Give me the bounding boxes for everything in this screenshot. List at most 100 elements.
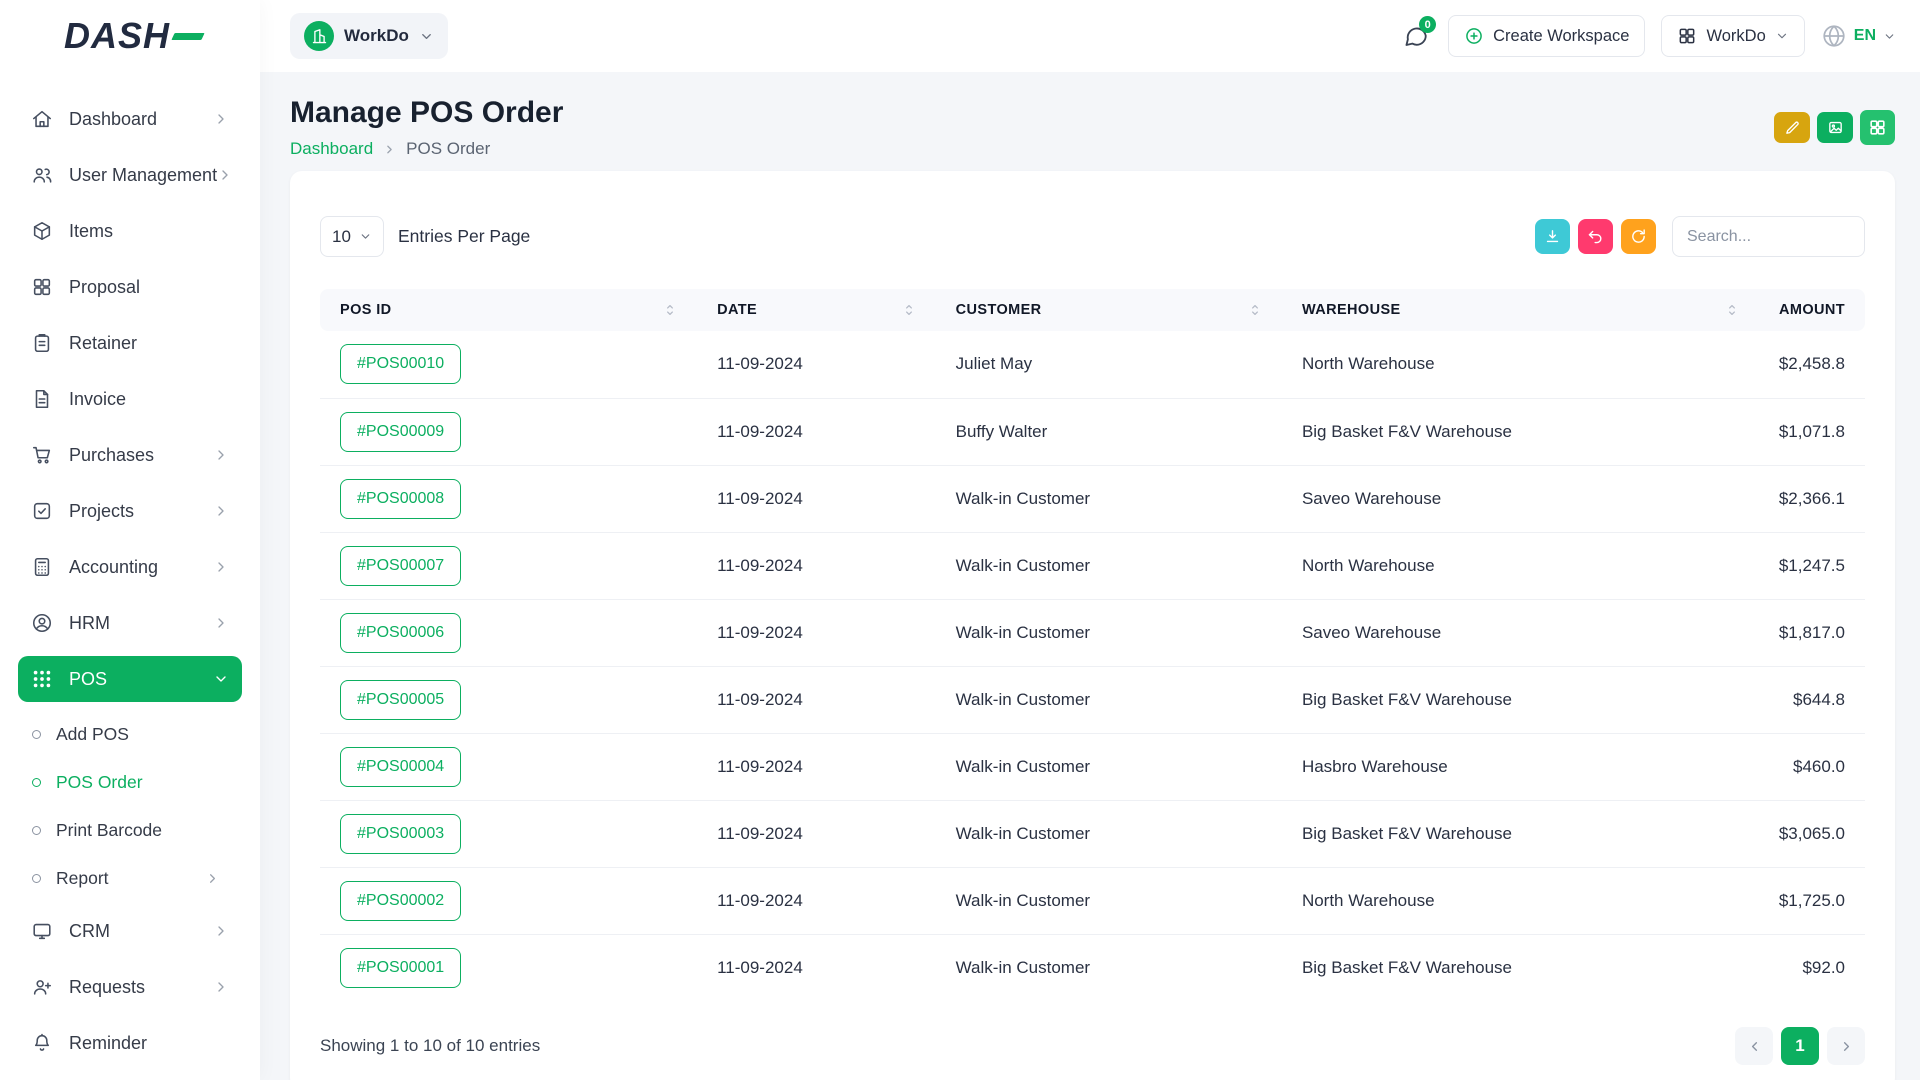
cell-warehouse: North Warehouse xyxy=(1282,867,1759,934)
sidebar-item-invoice[interactable]: Invoice xyxy=(18,376,242,422)
submenu-item-report[interactable]: Report xyxy=(32,858,242,898)
sidebar-item-accounting[interactable]: Accounting xyxy=(18,544,242,590)
sidebar-item-label: Accounting xyxy=(69,557,213,578)
chevron-down-icon xyxy=(1775,29,1789,43)
edit-button[interactable] xyxy=(1774,112,1810,143)
pos-id-badge[interactable]: #POS00006 xyxy=(340,613,461,653)
cell-date: 11-09-2024 xyxy=(697,331,936,398)
sidebar-menu: Dashboard User Management Items Proposal… xyxy=(0,72,260,1066)
cell-customer: Walk-in Customer xyxy=(936,733,1282,800)
sidebar-item-label: User Management xyxy=(69,165,217,186)
sidebar-item-pos[interactable]: POS xyxy=(18,656,242,702)
sidebar-item-label: Projects xyxy=(69,501,213,522)
refresh-button[interactable] xyxy=(1621,219,1656,254)
chevron-right-icon xyxy=(217,167,233,183)
column-header-pos-id[interactable]: POS ID xyxy=(320,289,697,331)
sidebar-item-label: Reminder xyxy=(69,1033,229,1054)
sidebar-item-retainer[interactable]: Retainer xyxy=(18,320,242,366)
breadcrumb-dashboard-link[interactable]: Dashboard xyxy=(290,139,373,159)
pos-id-badge[interactable]: #POS00003 xyxy=(340,814,461,854)
calculator-icon xyxy=(31,556,53,578)
cell-warehouse: Big Basket F&V Warehouse xyxy=(1282,934,1759,1001)
grid-view-button[interactable] xyxy=(1860,110,1895,145)
cell-warehouse: North Warehouse xyxy=(1282,331,1759,398)
user-plus-icon xyxy=(31,976,53,998)
sort-icon xyxy=(902,303,916,317)
chevron-down-icon xyxy=(359,230,372,243)
sidebar-item-label: Purchases xyxy=(69,445,213,466)
logo-text: DASH xyxy=(64,15,170,57)
refresh-icon xyxy=(1630,228,1647,245)
plus-circle-icon xyxy=(1464,26,1484,46)
layout-grid-icon xyxy=(31,276,53,298)
pos-id-badge[interactable]: #POS00009 xyxy=(340,412,461,452)
entries-per-page-select[interactable]: 10 xyxy=(320,216,384,257)
cell-amount: $644.8 xyxy=(1759,666,1865,733)
sort-icon xyxy=(1725,303,1739,317)
pagination-prev-button[interactable] xyxy=(1735,1027,1773,1065)
chevron-right-icon xyxy=(213,447,229,463)
cell-date: 11-09-2024 xyxy=(697,800,936,867)
page-header: Manage POS Order Dashboard POS Order xyxy=(290,96,1895,159)
app-logo[interactable]: DASH xyxy=(0,0,260,72)
pos-id-badge[interactable]: #POS00002 xyxy=(340,881,461,921)
pos-id-badge[interactable]: #POS00004 xyxy=(340,747,461,787)
pos-id-badge[interactable]: #POS00008 xyxy=(340,479,461,519)
submenu-item-print-barcode[interactable]: Print Barcode xyxy=(32,810,242,850)
sidebar-item-purchases[interactable]: Purchases xyxy=(18,432,242,478)
bullet-icon xyxy=(32,874,41,883)
search-input[interactable] xyxy=(1672,216,1865,257)
grid-icon xyxy=(1868,118,1887,137)
sidebar-item-items[interactable]: Items xyxy=(18,208,242,254)
sidebar-item-proposal[interactable]: Proposal xyxy=(18,264,242,310)
pos-submenu: Add POS POS Order Print Barcode Report xyxy=(18,712,242,908)
cell-date: 11-09-2024 xyxy=(697,666,936,733)
pagination-page-1[interactable]: 1 xyxy=(1781,1027,1819,1065)
table-row: #POS00002 11-09-2024 Walk-in Customer No… xyxy=(320,867,1865,934)
workspace-name: WorkDo xyxy=(344,26,409,46)
column-header-customer[interactable]: CUSTOMER xyxy=(936,289,1282,331)
column-header-amount[interactable]: AMOUNT xyxy=(1759,289,1865,331)
column-header-warehouse[interactable]: WAREHOUSE xyxy=(1282,289,1759,331)
pos-id-badge[interactable]: #POS00001 xyxy=(340,948,461,988)
submenu-item-pos-order[interactable]: POS Order xyxy=(32,762,242,802)
pos-id-badge[interactable]: #POS00005 xyxy=(340,680,461,720)
language-selector[interactable]: EN xyxy=(1821,23,1896,49)
chevron-right-icon xyxy=(213,923,229,939)
table-row: #POS00004 11-09-2024 Walk-in Customer Ha… xyxy=(320,733,1865,800)
chevron-right-icon xyxy=(213,615,229,631)
create-workspace-button[interactable]: Create Workspace xyxy=(1448,15,1645,57)
workspace-selector[interactable]: WorkDo xyxy=(290,13,448,59)
bullet-icon xyxy=(32,826,41,835)
submenu-item-label: Print Barcode xyxy=(56,820,242,841)
sidebar-item-requests[interactable]: Requests xyxy=(18,964,242,1010)
table-row: #POS00009 11-09-2024 Buffy Walter Big Ba… xyxy=(320,398,1865,465)
bullet-icon xyxy=(32,730,41,739)
pos-id-badge[interactable]: #POS00010 xyxy=(340,344,461,384)
cell-warehouse: Big Basket F&V Warehouse xyxy=(1282,800,1759,867)
pos-orders-table: POS ID DATE CUSTOMER WAREHOUSE AMOUNT #P… xyxy=(320,289,1865,1001)
workdo-apps-button[interactable]: WorkDo xyxy=(1661,15,1804,57)
bullet-icon xyxy=(32,778,41,787)
sidebar-item-dashboard[interactable]: Dashboard xyxy=(18,96,242,142)
image-icon xyxy=(1827,119,1844,136)
sidebar-item-reminder[interactable]: Reminder xyxy=(18,1020,242,1066)
column-header-date[interactable]: DATE xyxy=(697,289,936,331)
workdo-button-label: WorkDo xyxy=(1706,27,1765,46)
pos-id-badge[interactable]: #POS00007 xyxy=(340,546,461,586)
pagination-next-button[interactable] xyxy=(1827,1027,1865,1065)
sidebar-item-user-management[interactable]: User Management xyxy=(18,152,242,198)
chevron-down-icon xyxy=(213,671,229,687)
sidebar-item-crm[interactable]: CRM xyxy=(18,908,242,954)
messages-button[interactable]: 0 xyxy=(1400,20,1432,52)
cell-customer: Juliet May xyxy=(936,331,1282,398)
sidebar-item-projects[interactable]: Projects xyxy=(18,488,242,534)
sidebar-item-label: POS xyxy=(69,669,213,690)
clipboard-icon xyxy=(31,332,53,354)
sidebar-item-hrm[interactable]: HRM xyxy=(18,600,242,646)
image-button[interactable] xyxy=(1817,112,1853,143)
submenu-item-add-pos[interactable]: Add POS xyxy=(32,714,242,754)
export-button[interactable] xyxy=(1535,219,1570,254)
undo-button[interactable] xyxy=(1578,219,1613,254)
cell-date: 11-09-2024 xyxy=(697,532,936,599)
